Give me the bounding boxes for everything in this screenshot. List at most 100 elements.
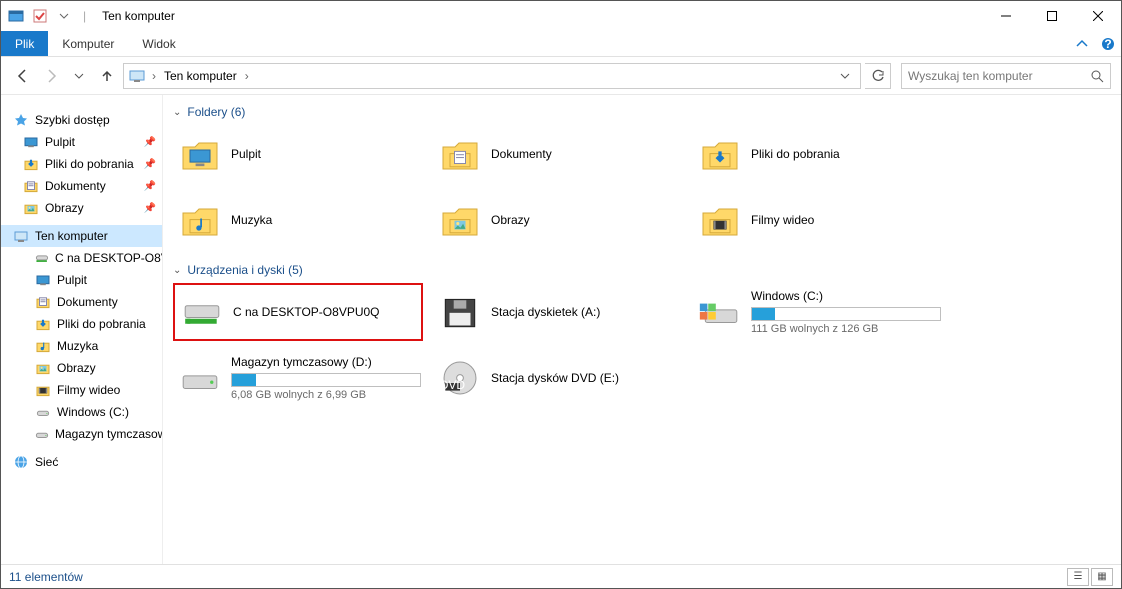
- tab-file[interactable]: Plik: [1, 31, 48, 56]
- sidebar-item[interactable]: Muzyka: [1, 335, 162, 357]
- tile-label: Muzyka: [231, 213, 272, 227]
- tab-computer[interactable]: Komputer: [48, 31, 128, 56]
- sidebar-item[interactable]: C na DESKTOP-O8VPU0Q: [1, 247, 162, 269]
- network-icon: [13, 454, 29, 470]
- details-view-button[interactable]: ☰: [1067, 568, 1089, 586]
- sidebar-item[interactable]: Windows (C:): [1, 401, 162, 423]
- documents-icon: [23, 178, 39, 194]
- back-button[interactable]: [11, 64, 35, 88]
- osdrive-icon: [699, 291, 741, 333]
- sidebar-item[interactable]: Pulpit 📌: [1, 131, 162, 153]
- status-bar: 11 elementów ☰ ▦: [1, 564, 1121, 588]
- music-icon: [35, 338, 51, 354]
- tile-label: Pulpit: [231, 147, 261, 161]
- sidebar-item-label: Windows (C:): [57, 405, 129, 419]
- tab-view[interactable]: Widok: [128, 31, 189, 56]
- folder-tile[interactable]: Filmy wideo: [693, 191, 943, 249]
- address-dropdown-icon[interactable]: [834, 71, 856, 81]
- refresh-button[interactable]: [865, 63, 891, 89]
- pin-icon: 📌: [144, 159, 156, 170]
- netdrive-icon: [181, 291, 223, 333]
- floppy-icon: [439, 291, 481, 333]
- sidebar-item[interactable]: Dokumenty: [1, 291, 162, 313]
- group-header-drives[interactable]: ⌄ Urządzenia i dyski (5): [173, 263, 1111, 277]
- sidebar-item-label: Pliki do pobrania: [57, 317, 146, 331]
- sidebar-item[interactable]: Pulpit: [1, 269, 162, 291]
- help-icon[interactable]: ?: [1095, 31, 1121, 56]
- sidebar-network[interactable]: Sieć: [1, 451, 162, 473]
- search-input[interactable]: Wyszukaj ten komputer: [901, 63, 1111, 89]
- storage-bar: [231, 373, 421, 387]
- app-icon: [7, 7, 25, 25]
- sidebar-item-label: Magazyn tymczasowy (D:): [55, 427, 162, 441]
- sidebar-item[interactable]: Pliki do pobrania: [1, 313, 162, 335]
- folder-tile[interactable]: Muzyka: [173, 191, 423, 249]
- group-header-label: Foldery (6): [187, 105, 245, 119]
- tile-label: Obrazy: [491, 213, 530, 227]
- drive-tile[interactable]: Stacja dyskietek (A:): [433, 283, 683, 341]
- drive-icon: [179, 357, 221, 399]
- folder-tile[interactable]: Pliki do pobrania: [693, 125, 943, 183]
- sidebar-item[interactable]: Magazyn tymczasowy (D:): [1, 423, 162, 445]
- ribbon-collapse-icon[interactable]: [1069, 31, 1095, 56]
- tile-label: Dokumenty: [491, 147, 552, 161]
- recent-locations-button[interactable]: [67, 64, 91, 88]
- close-button[interactable]: [1075, 1, 1121, 31]
- this-pc-icon: [128, 67, 146, 85]
- drive-icon: [35, 404, 51, 420]
- videos-icon: [35, 382, 51, 398]
- drive-tile[interactable]: C na DESKTOP-O8VPU0Q: [173, 283, 423, 341]
- breadcrumb[interactable]: Ten komputer: [160, 69, 241, 83]
- sidebar-item-label: Ten komputer: [35, 229, 108, 243]
- sidebar-this-pc[interactable]: Ten komputer: [1, 225, 162, 247]
- pin-icon: 📌: [144, 137, 156, 148]
- pictures-icon: [439, 199, 481, 241]
- drive-tile[interactable]: Magazyn tymczasowy (D:)6,08 GB wolnych z…: [173, 349, 423, 407]
- folder-tile[interactable]: Dokumenty: [433, 125, 683, 183]
- tile-label: Stacja dyskietek (A:): [491, 305, 600, 319]
- sidebar-item-label: Sieć: [35, 455, 58, 469]
- group-header-folders[interactable]: ⌄ Foldery (6): [173, 105, 1111, 119]
- breadcrumb-chevron-icon[interactable]: ›: [243, 69, 251, 83]
- window-title: Ten komputer: [102, 9, 175, 23]
- folder-tile[interactable]: Obrazy: [433, 191, 683, 249]
- maximize-button[interactable]: [1029, 1, 1075, 31]
- pictures-icon: [23, 200, 39, 216]
- breadcrumb-chevron-icon[interactable]: ›: [150, 69, 158, 83]
- navigation-pane: Szybki dostęp Pulpit📌Pliki do pobrania📌D…: [1, 95, 163, 564]
- tile-subtext: 111 GB wolnych z 126 GB: [751, 323, 941, 335]
- tile-label: Pliki do pobrania: [751, 147, 840, 161]
- sidebar-quick-access[interactable]: Szybki dostęp: [1, 109, 162, 131]
- tile-label: Windows (C:): [751, 289, 941, 303]
- pictures-icon: [35, 360, 51, 376]
- address-bar[interactable]: › Ten komputer ›: [123, 63, 861, 89]
- downloads-icon: [23, 156, 39, 172]
- sidebar-item[interactable]: Filmy wideo: [1, 379, 162, 401]
- pin-icon: 📌: [144, 181, 156, 192]
- sidebar-item-label: Pulpit: [45, 135, 75, 149]
- sidebar-item-label: C na DESKTOP-O8VPU0Q: [55, 251, 162, 265]
- drive-tile[interactable]: Windows (C:) 111 GB wolnych z 126 GB: [693, 283, 943, 341]
- chevron-down-icon: ⌄: [173, 265, 181, 276]
- storage-bar: [751, 307, 941, 321]
- drive-tile[interactable]: DVDStacja dysków DVD (E:): [433, 349, 683, 407]
- sidebar-item[interactable]: Pliki do pobrania📌: [1, 153, 162, 175]
- sidebar-item[interactable]: Obrazy: [1, 357, 162, 379]
- ribbon-tabs: Plik Komputer Widok ?: [1, 31, 1121, 57]
- sidebar-item-label: Dokumenty: [45, 179, 106, 193]
- forward-button[interactable]: [39, 64, 63, 88]
- title-bar: | Ten komputer: [1, 1, 1121, 31]
- minimize-button[interactable]: [983, 1, 1029, 31]
- qat-dropdown-icon[interactable]: [55, 7, 73, 25]
- sidebar-item-label: Obrazy: [45, 201, 84, 215]
- properties-icon[interactable]: [31, 7, 49, 25]
- tiles-view-button[interactable]: ▦: [1091, 568, 1113, 586]
- videos-icon: [699, 199, 741, 241]
- svg-text:?: ?: [1104, 37, 1111, 51]
- sidebar-item[interactable]: Obrazy📌: [1, 197, 162, 219]
- status-text: 11 elementów: [9, 570, 83, 584]
- folder-tile[interactable]: Pulpit: [173, 125, 423, 183]
- up-button[interactable]: [95, 64, 119, 88]
- music-icon: [179, 199, 221, 241]
- sidebar-item[interactable]: Dokumenty 📌: [1, 175, 162, 197]
